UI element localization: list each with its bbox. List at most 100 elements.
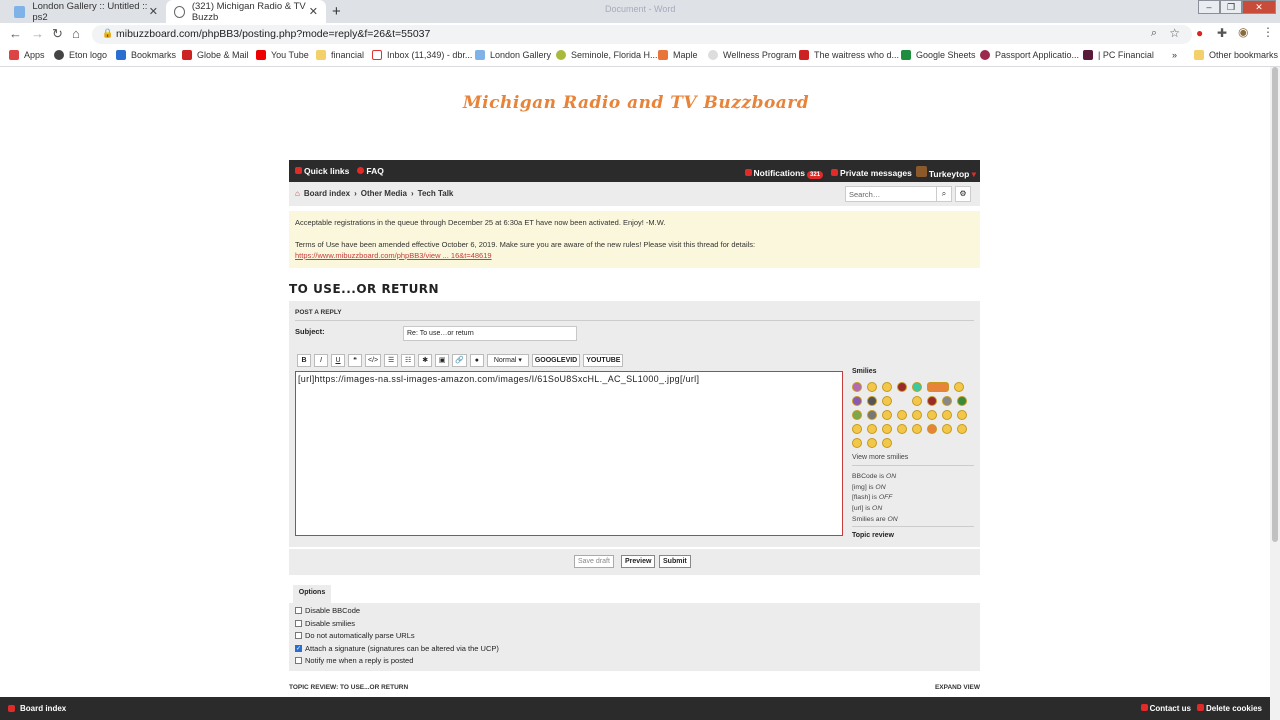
bookmark-waitress[interactable]: The waitress who d... bbox=[799, 50, 899, 60]
search-input[interactable]: Search… bbox=[845, 186, 937, 202]
bookmark-maple[interactable]: Maple bbox=[658, 50, 698, 60]
tab-london-gallery[interactable]: London Gallery :: Untitled :: ps2 ✕ bbox=[6, 0, 166, 23]
submit-button[interactable]: Submit bbox=[659, 555, 691, 568]
topic-review-label[interactable]: Topic review bbox=[852, 532, 894, 539]
expand-view-link[interactable]: EXPAND VIEW bbox=[935, 684, 980, 691]
notifications-link[interactable]: Notifications 321 bbox=[744, 168, 824, 179]
smiley-icon[interactable] bbox=[882, 396, 892, 406]
menu-icon[interactable]: ⋮ bbox=[1262, 25, 1274, 39]
back-icon[interactable]: ← bbox=[9, 26, 22, 41]
bookmark-inbox[interactable]: Inbox (11,349) - dbr... bbox=[372, 50, 472, 60]
footer-board-index[interactable]: Board index bbox=[8, 704, 66, 713]
smiley-icon[interactable] bbox=[927, 424, 937, 434]
smiley-icon[interactable] bbox=[852, 396, 862, 406]
bookmark-seminole[interactable]: Seminole, Florida H... bbox=[556, 50, 658, 60]
link-button[interactable]: 🔗 bbox=[452, 354, 467, 367]
color-button[interactable]: ● bbox=[469, 354, 484, 367]
extensions-icon[interactable]: ✚ bbox=[1217, 26, 1227, 40]
bookmark-other[interactable]: Other bookmarks bbox=[1194, 50, 1278, 60]
underline-button[interactable]: U bbox=[331, 354, 345, 367]
tab-options[interactable]: Options bbox=[293, 585, 331, 603]
minimize-icon[interactable]: – bbox=[1198, 0, 1220, 14]
search-button[interactable]: ⌕ bbox=[936, 186, 952, 202]
home-icon[interactable]: ⌂ bbox=[72, 26, 80, 41]
crumb-other-media[interactable]: Other Media bbox=[361, 189, 407, 198]
italic-button[interactable]: I bbox=[314, 354, 328, 367]
bookmark-globe-mail[interactable]: Globe & Mail bbox=[182, 50, 249, 60]
smiley-icon[interactable] bbox=[897, 410, 907, 420]
checkbox[interactable] bbox=[295, 607, 302, 614]
smiley-icon[interactable] bbox=[927, 410, 937, 420]
faq-link[interactable]: FAQ bbox=[357, 166, 384, 176]
user-menu[interactable]: Turkeytop ▾ bbox=[915, 166, 976, 180]
maximize-icon[interactable]: ❐ bbox=[1220, 0, 1242, 14]
list-item-button[interactable]: ✱ bbox=[418, 354, 433, 367]
private-messages-link[interactable]: Private messages bbox=[831, 168, 912, 178]
close-window-icon[interactable]: ✕ bbox=[1242, 0, 1276, 14]
delete-cookies-link[interactable]: Delete cookies bbox=[1196, 704, 1262, 713]
smiley-icon[interactable] bbox=[912, 424, 922, 434]
smiley-icon[interactable] bbox=[867, 396, 877, 406]
smiley-icon[interactable] bbox=[912, 396, 922, 406]
smiley-icon[interactable] bbox=[882, 438, 892, 448]
smiley-icon[interactable] bbox=[912, 382, 922, 392]
preview-button[interactable]: Preview bbox=[621, 555, 656, 568]
bookmark-passport[interactable]: Passport Applicatio... bbox=[980, 50, 1079, 60]
smiley-icon[interactable] bbox=[954, 382, 964, 392]
bookmarks-overflow[interactable]: » bbox=[1172, 50, 1177, 60]
smiley-icon[interactable] bbox=[897, 382, 907, 392]
crumb-tech-talk[interactable]: Tech Talk bbox=[418, 189, 454, 198]
page-scrollbar[interactable] bbox=[1270, 67, 1280, 720]
reload-icon[interactable]: ↻ bbox=[52, 26, 63, 42]
smiley-icon[interactable] bbox=[957, 396, 967, 406]
smiley-icon[interactable] bbox=[852, 382, 862, 392]
subject-input[interactable]: Re: To use…or return bbox=[403, 326, 577, 341]
bookmark-pc-financial[interactable]: | PC Financial bbox=[1083, 50, 1154, 60]
smiley-icon[interactable] bbox=[852, 438, 862, 448]
opera-icon[interactable]: ● bbox=[1196, 26, 1203, 40]
smiley-icon[interactable] bbox=[957, 410, 967, 420]
new-tab-icon[interactable]: + bbox=[332, 3, 341, 20]
option-disable-bbcode[interactable]: Disable BBCode bbox=[295, 606, 360, 615]
zoom-icon[interactable]: ⌕ bbox=[1151, 27, 1157, 40]
bookmark-bookmarks[interactable]: Bookmarks bbox=[116, 50, 176, 60]
checkbox-checked[interactable]: ✓ bbox=[295, 645, 302, 652]
contact-us-link[interactable]: Contact us bbox=[1140, 704, 1191, 713]
checkbox[interactable] bbox=[295, 620, 302, 627]
checkbox[interactable] bbox=[295, 657, 302, 664]
forward-icon[interactable]: → bbox=[31, 26, 44, 41]
smiley-icon[interactable] bbox=[942, 396, 952, 406]
option-disable-smilies[interactable]: Disable smilies bbox=[295, 619, 355, 628]
announcement-link[interactable]: https://www.mibuzzboard.com/phpBB3/view … bbox=[295, 251, 492, 260]
tab-buzzboard[interactable]: (321) Michigan Radio & TV Buzzb ✕ bbox=[166, 0, 326, 23]
image-button[interactable]: ▣ bbox=[435, 354, 450, 367]
address-bar[interactable]: 🔒 mibuzzboard.com/phpBB3/posting.php?mod… bbox=[92, 25, 1192, 44]
option-no-parse-urls[interactable]: Do not automatically parse URLs bbox=[295, 631, 415, 640]
smiley-icon[interactable] bbox=[867, 424, 877, 434]
youtube-button[interactable]: YOUTUBE bbox=[583, 354, 624, 367]
option-notify-reply[interactable]: Notify me when a reply is posted bbox=[295, 656, 413, 665]
close-tab-icon[interactable]: ✕ bbox=[149, 5, 158, 18]
site-logo[interactable]: Michigan Radio and TV Buzzboard bbox=[0, 93, 1270, 113]
bookmark-apps[interactable]: Apps bbox=[9, 50, 45, 60]
smiley-icon[interactable] bbox=[882, 410, 892, 420]
smiley-icon[interactable] bbox=[852, 424, 862, 434]
bookmark-youtube[interactable]: You Tube bbox=[256, 50, 309, 60]
page-title[interactable]: TO USE...OR RETURN bbox=[289, 282, 980, 296]
checkbox[interactable] bbox=[295, 632, 302, 639]
smiley-icon[interactable] bbox=[927, 382, 949, 392]
quote-button[interactable]: ❝ bbox=[348, 354, 362, 367]
view-more-smilies-link[interactable]: View more smilies bbox=[852, 454, 908, 461]
font-size-select[interactable]: Normal ▾ bbox=[486, 354, 529, 367]
smiley-icon[interactable] bbox=[927, 396, 937, 406]
smiley-icon[interactable] bbox=[882, 424, 892, 434]
smiley-icon[interactable] bbox=[867, 410, 877, 420]
quick-links-menu[interactable]: Quick links bbox=[295, 166, 349, 176]
smiley-icon[interactable] bbox=[942, 410, 952, 420]
bookmark-london-gallery[interactable]: London Gallery bbox=[475, 50, 551, 60]
smiley-icon[interactable] bbox=[852, 410, 862, 420]
smiley-icon[interactable] bbox=[897, 424, 907, 434]
smiley-icon[interactable] bbox=[957, 424, 967, 434]
bookmark-eton-logo[interactable]: Eton logo bbox=[54, 50, 107, 60]
googlevid-button[interactable]: GOOGLEVID bbox=[531, 354, 581, 367]
